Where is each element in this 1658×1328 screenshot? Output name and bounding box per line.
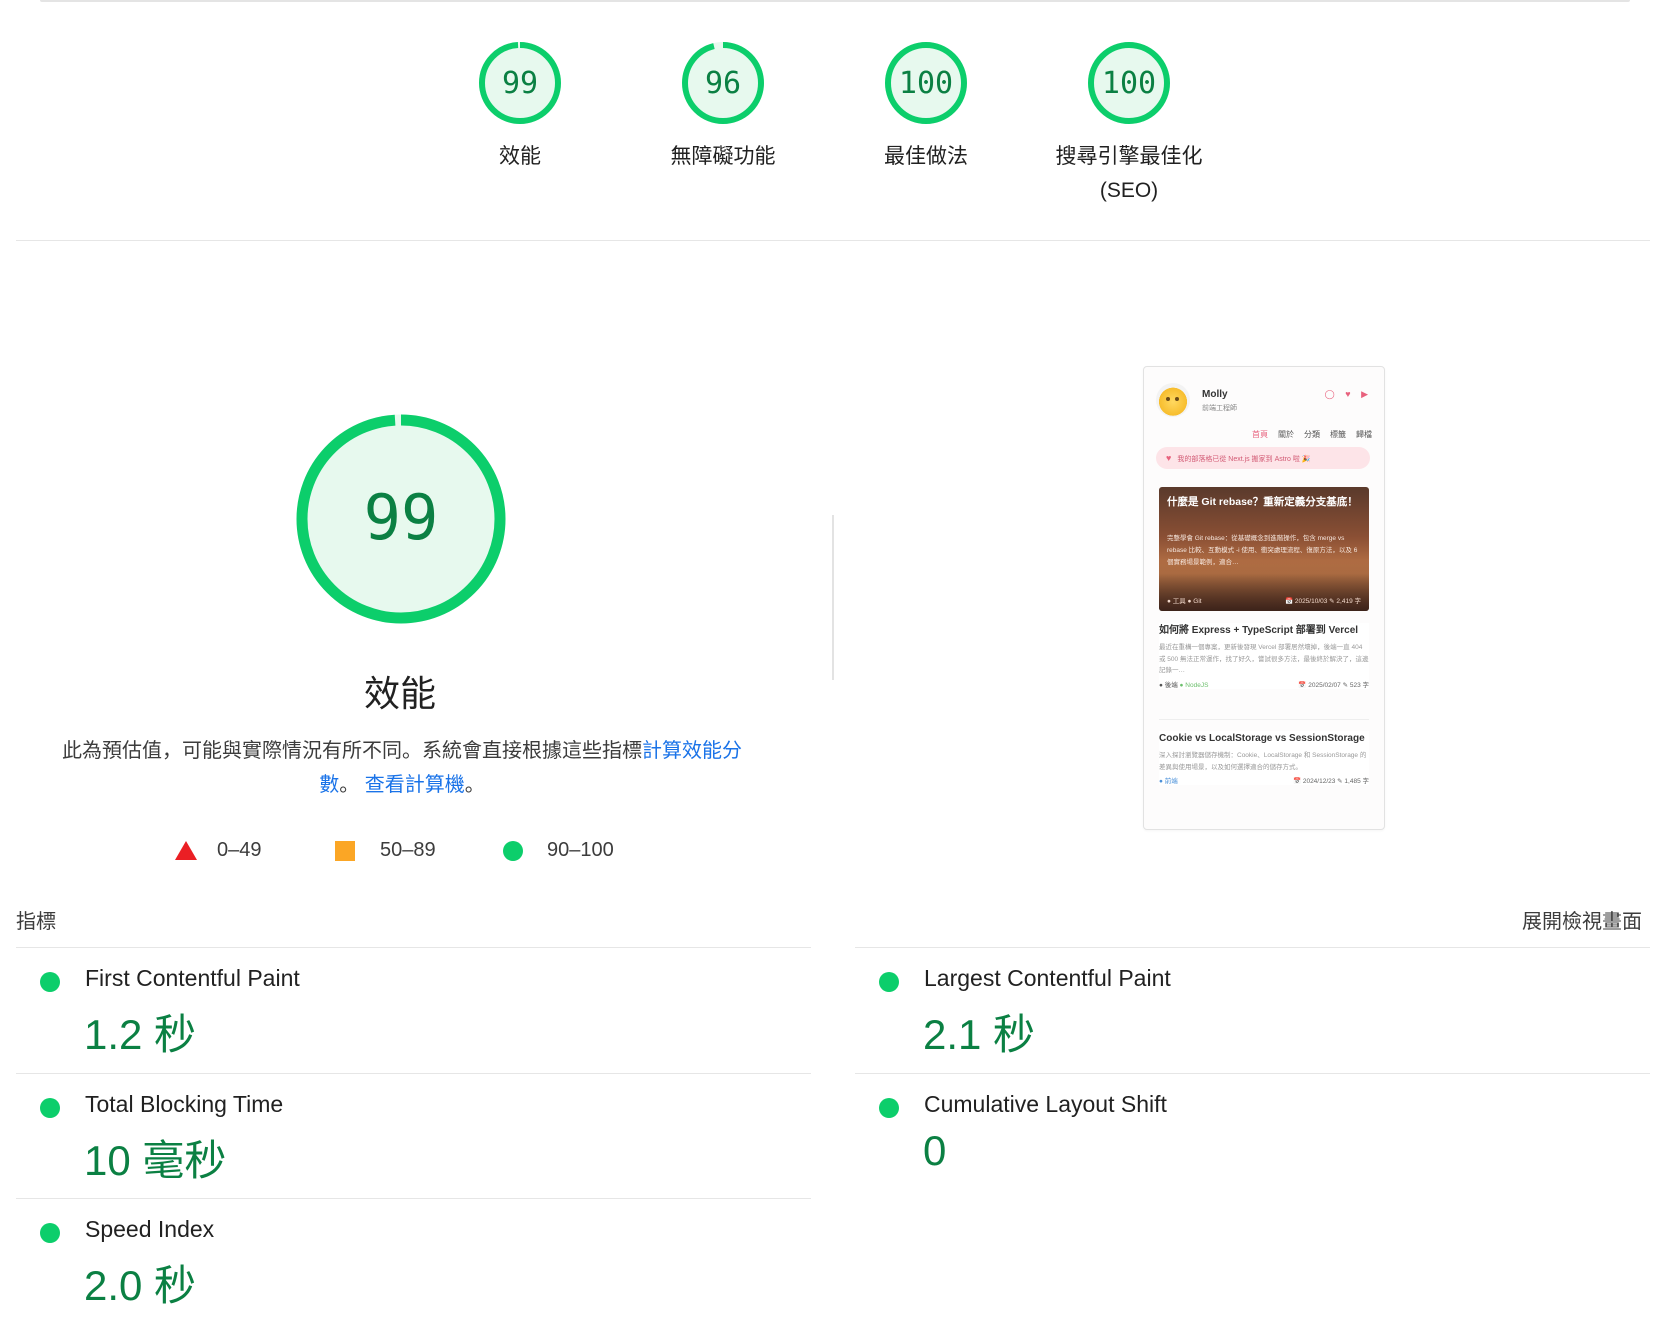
top-rule (40, 0, 1630, 2)
gauge-score: 100 (1102, 66, 1156, 101)
metric-divider (16, 1198, 811, 1199)
page-screenshot-preview[interactable]: Molly 前端工程師 ◯ ♥ ▶ 首頁 關於 分類 標籤 歸檔 ♥ 我的部落格已從 Ne… (1143, 366, 1385, 830)
triangle-icon (175, 841, 197, 860)
metric-divider (16, 1073, 811, 1074)
preview-post: 如何將 Express + TypeScript 部署到 Vercel 最近在重… (1159, 623, 1369, 689)
calculator-link[interactable]: 查看計算機 (365, 774, 465, 796)
metric-fcp: First Contentful Paint 1.2 秒 (16, 950, 776, 1075)
gauge-ring: 100 (885, 42, 967, 124)
gauge-best-practices[interactable]: 100 最佳做法 (836, 40, 1016, 174)
heart-icon: ♥ (1166, 453, 1172, 463)
preview-nav: 首頁 關於 分類 標籤 歸檔 (1252, 430, 1372, 439)
pass-icon (40, 972, 60, 992)
gauge-score: 96 (705, 66, 741, 101)
performance-title: 效能 (363, 673, 436, 714)
metric-tbt: Total Blocking Time 10 毫秒 (16, 1076, 776, 1201)
social-icons: ◯ ♥ ▶ (1324, 389, 1372, 399)
expand-view-toggle[interactable]: 展開檢視畫面 (1522, 905, 1642, 934)
gauge-seo[interactable]: 100 搜尋引擎最佳化 (SEO) (1039, 40, 1219, 208)
category-gauges: 99 效能 96 無障礙功能 100 最佳做法 100 搜尋引擎最佳化 (SEO) (0, 40, 1658, 220)
metric-cls: Cumulative Layout Shift 0 (855, 1076, 1615, 1201)
metric-divider (855, 1073, 1650, 1074)
gauge-label: 搜尋引擎最佳化 (SEO) (1055, 145, 1203, 202)
section-divider (16, 240, 1650, 241)
metric-divider (16, 947, 811, 948)
vertical-separator (832, 515, 834, 680)
metric-speed-index: Speed Index 2.0 秒 (16, 1201, 776, 1326)
square-icon (335, 841, 355, 861)
metrics-heading: 指標 (16, 911, 56, 933)
preview-header: Molly 前端工程師 ◯ ♥ ▶ (1156, 381, 1372, 421)
performance-score: 99 (364, 481, 439, 554)
gauge-accessibility[interactable]: 96 無障礙功能 (633, 40, 813, 174)
preview-banner: ♥ 我的部落格已從 Next.js 搬家到 Astro 啦 🎉 (1156, 447, 1370, 469)
gauge-performance[interactable]: 99 效能 (430, 40, 610, 174)
pass-icon (40, 1223, 60, 1243)
preview-separator (1159, 719, 1369, 720)
preview-post: Cookie vs LocalStorage vs SessionStorage… (1159, 731, 1369, 785)
metric-lcp: Largest Contentful Paint 2.1 秒 (855, 950, 1615, 1075)
metric-divider (855, 947, 1650, 948)
circle-icon (503, 841, 523, 861)
preview-role: 前端工程師 (1202, 405, 1237, 412)
pass-icon (879, 1098, 899, 1118)
gauge-ring: 96 (682, 42, 764, 124)
avatar (1156, 383, 1190, 417)
preview-name: Molly (1202, 389, 1228, 400)
preview-hero-card: 什麼是 Git rebase？重新定義分支基底！ 完整學會 Git rebase… (1159, 487, 1369, 611)
gauge-label: 無障礙功能 (670, 145, 776, 168)
performance-gauge: 99 (295, 413, 507, 630)
gauge-label: 最佳做法 (884, 145, 968, 168)
gauge-ring: 99 (479, 42, 561, 124)
performance-gauge-ring: 99 (296, 414, 506, 624)
gauge-ring: 100 (1088, 42, 1170, 124)
gauge-score: 100 (899, 66, 953, 101)
pass-icon (879, 972, 899, 992)
gauge-score: 99 (502, 66, 538, 101)
gauge-label: 效能 (499, 145, 541, 168)
performance-description: 此為預估值，可能與實際情況有所不同。系統會直接根據這些指標計算效能分數。 查看計… (62, 740, 742, 796)
pass-icon (40, 1098, 60, 1118)
